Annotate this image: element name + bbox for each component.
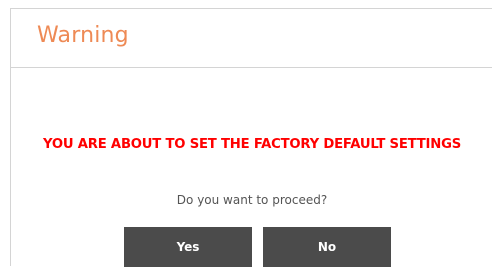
proceed-question: Do you want to proceed? xyxy=(176,193,328,207)
dialog-header: Warning xyxy=(11,9,492,68)
no-button[interactable]: No xyxy=(263,227,391,267)
factory-reset-warning: YOU ARE ABOUT TO SET THE FACTORY DEFAULT… xyxy=(42,137,462,152)
warning-dialog: Warning YOU ARE ABOUT TO SET THE FACTORY… xyxy=(10,8,492,267)
dialog-title: Warning xyxy=(37,23,129,48)
yes-button[interactable]: Yes xyxy=(124,227,252,267)
